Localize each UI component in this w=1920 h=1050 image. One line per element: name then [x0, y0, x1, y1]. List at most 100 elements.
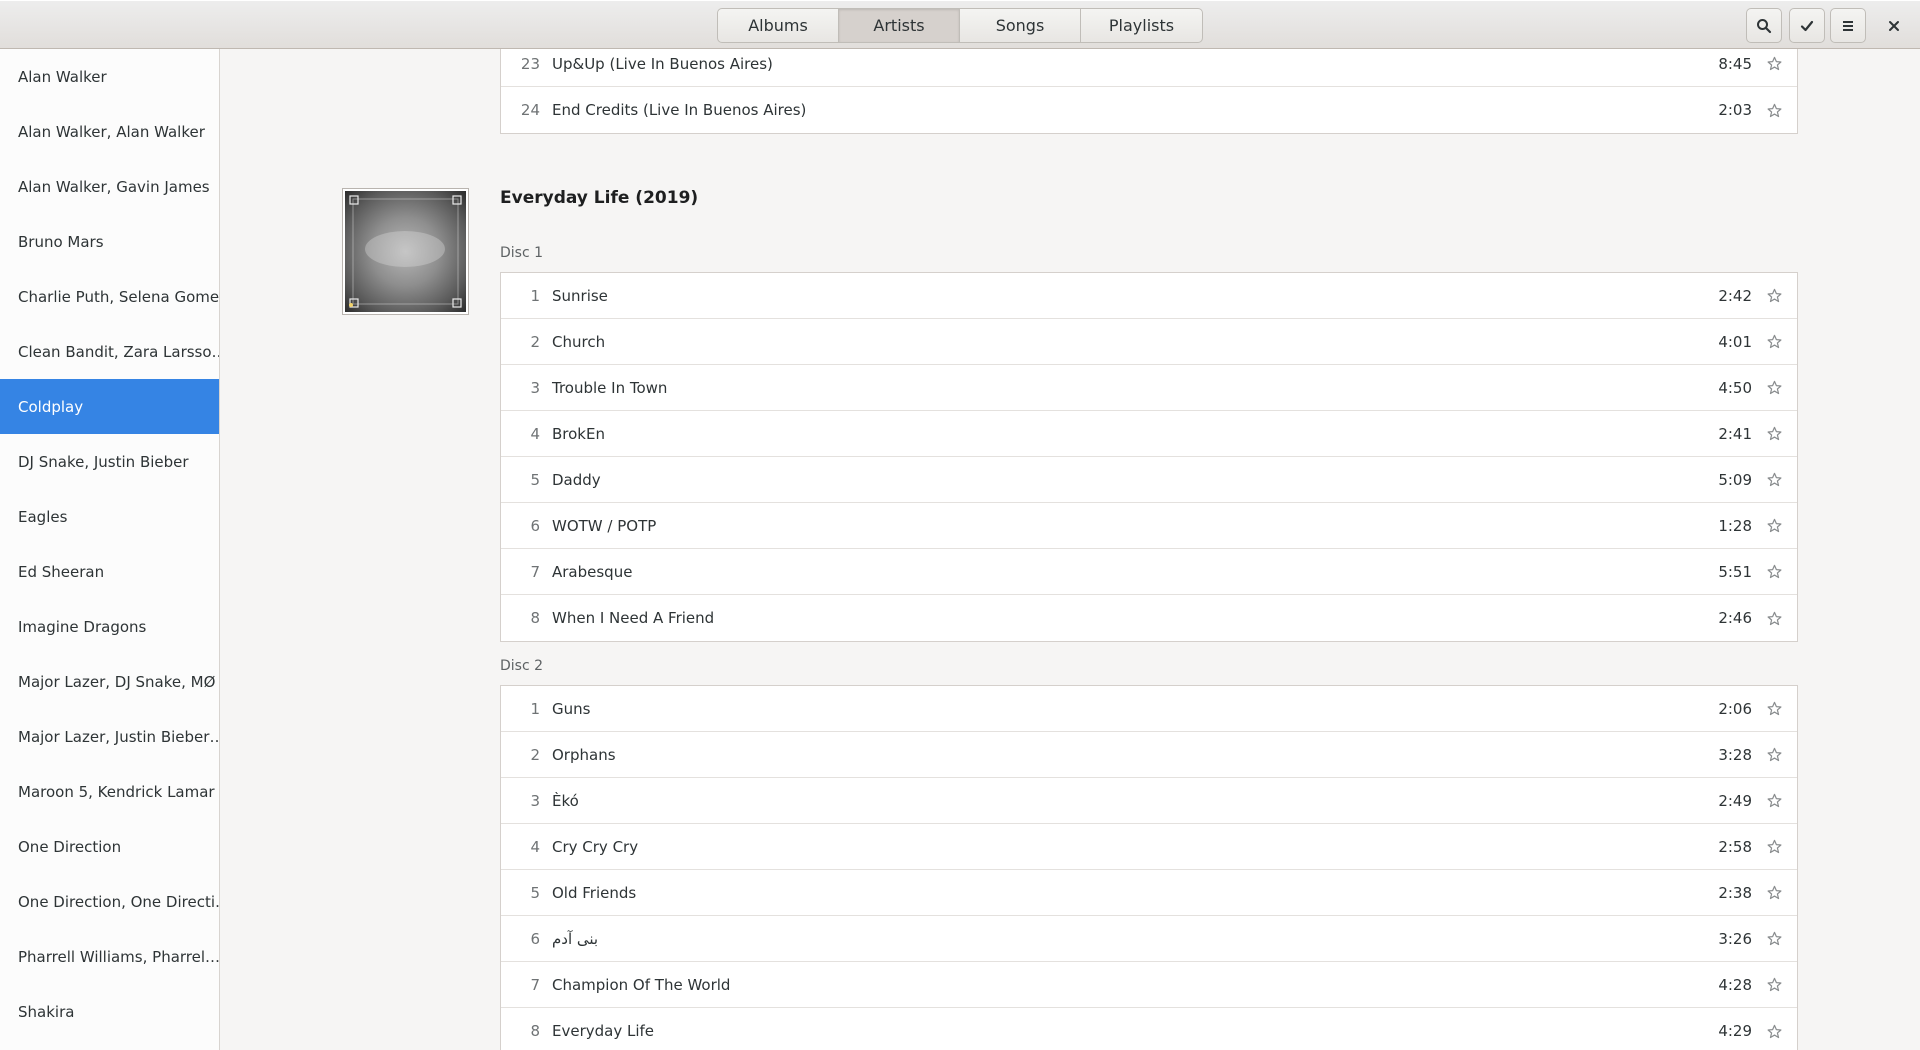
search-button[interactable]: [1746, 8, 1782, 43]
tab-artists[interactable]: Artists: [839, 9, 960, 42]
track-duration: 1:28: [1718, 516, 1752, 535]
favorite-star-button[interactable]: [1752, 611, 1797, 626]
track-row[interactable]: 7 Arabesque 5:51: [501, 549, 1797, 595]
track-row[interactable]: 2 Church 4:01: [501, 319, 1797, 365]
sidebar-artist-item[interactable]: Major Lazer, Justin Bieber…: [0, 709, 219, 764]
tab-albums[interactable]: Albums: [718, 9, 839, 42]
favorite-star-button[interactable]: [1752, 701, 1797, 716]
track-row[interactable]: 4 Cry Cry Cry 2:58: [501, 824, 1797, 870]
track-duration: 4:28: [1718, 975, 1752, 994]
track-row[interactable]: 3 Èkó 2:49: [501, 778, 1797, 824]
sidebar-artist-item[interactable]: Maroon 5, Kendrick Lamar: [0, 764, 219, 819]
sidebar-artist-item[interactable]: Imagine Dragons: [0, 599, 219, 654]
previous-album-tracklist: 23 Up&Up (Live In Buenos Aires) 8:45 24 End …: [500, 49, 1798, 134]
track-title: Everyday Life: [552, 1022, 655, 1040]
track-duration: 4:29: [1718, 1022, 1752, 1040]
favorite-star-button[interactable]: [1752, 885, 1797, 900]
sidebar-artist-item[interactable]: Eagles: [0, 489, 219, 544]
artist-sidebar: Alan Walker Alan Walker, Alan Walker Ala…: [0, 49, 220, 1050]
track-row[interactable]: 1 Guns 2:06: [501, 686, 1797, 732]
tab-playlists[interactable]: Playlists: [1081, 9, 1202, 42]
star-icon: [1767, 885, 1782, 900]
sidebar-artist-item[interactable]: Shakira: [0, 984, 219, 1039]
sidebar-artist-item[interactable]: Charlie Puth, Selena Gomez: [0, 269, 219, 324]
track-number: 8: [530, 609, 540, 627]
sidebar-artist-item[interactable]: Alan Walker, Gavin James: [0, 159, 219, 214]
favorite-star-button[interactable]: [1752, 472, 1797, 487]
track-row[interactable]: 6 بنی آدم 3:26: [501, 916, 1797, 962]
album-title: Everyday Life (2019): [500, 188, 699, 208]
track-duration: 4:01: [1718, 332, 1752, 351]
track-row[interactable]: 2 Orphans 3:28: [501, 732, 1797, 778]
sidebar-artist-item[interactable]: One Direction, One Directi…: [0, 874, 219, 929]
track-number: 7: [530, 562, 540, 581]
sidebar-artist-item[interactable]: Alan Walker, Alan Walker: [0, 104, 219, 159]
sidebar-artist-item[interactable]: Pharrell Williams, Pharrel…: [0, 929, 219, 984]
track-title: Sunrise: [552, 286, 608, 305]
star-icon: [1767, 977, 1782, 992]
sidebar-artist-item[interactable]: Alan Walker: [0, 49, 219, 104]
sidebar-artist-item[interactable]: Ed Sheeran: [0, 544, 219, 599]
favorite-star-button[interactable]: [1752, 747, 1797, 762]
track-row[interactable]: 3 Trouble In Town 4:50: [501, 365, 1797, 411]
track-duration: 2:38: [1718, 883, 1752, 902]
favorite-star-button[interactable]: [1752, 56, 1797, 71]
sidebar-artist-item[interactable]: Clean Bandit, Zara Larsso…: [0, 324, 219, 379]
track-number: 3: [530, 378, 540, 397]
close-button[interactable]: [1876, 8, 1912, 43]
star-icon: [1767, 472, 1782, 487]
sidebar-artist-item[interactable]: Major Lazer, DJ Snake, MØ: [0, 654, 219, 709]
track-row[interactable]: 24 End Credits (Live In Buenos Aires) 2:03: [501, 87, 1797, 133]
star-icon: [1767, 611, 1782, 625]
track-row[interactable]: 1 Sunrise 2:42: [501, 273, 1797, 319]
track-number: 2: [530, 745, 540, 764]
track-row[interactable]: 7 Champion Of The World 4:28: [501, 962, 1797, 1008]
star-icon: [1767, 288, 1782, 303]
track-row[interactable]: 8 Everyday Life 4:29: [501, 1008, 1797, 1050]
favorite-star-button[interactable]: [1752, 518, 1797, 533]
sidebar-artist-item[interactable]: One Direction: [0, 819, 219, 874]
track-duration: 2:42: [1718, 286, 1752, 305]
favorite-star-button[interactable]: [1752, 977, 1797, 992]
track-duration: 3:26: [1718, 929, 1752, 948]
star-icon: [1767, 747, 1782, 762]
select-button[interactable]: [1789, 8, 1825, 43]
track-row[interactable]: 5 Daddy 5:09: [501, 457, 1797, 503]
header-bar: Albums Artists Songs Playlists: [0, 0, 1920, 49]
menu-button[interactable]: [1830, 8, 1866, 43]
search-icon: [1757, 18, 1772, 33]
favorite-star-button[interactable]: [1752, 103, 1797, 118]
favorite-star-button[interactable]: [1752, 380, 1797, 395]
favorite-star-button[interactable]: [1752, 793, 1797, 808]
track-title: When I Need A Friend: [552, 609, 715, 627]
track-title: Èkó: [552, 791, 579, 810]
track-duration: 2:03: [1718, 101, 1752, 119]
track-title: Trouble In Town: [552, 378, 668, 397]
favorite-star-button[interactable]: [1752, 1024, 1797, 1039]
track-row[interactable]: 6 WOTW / POTP 1:28: [501, 503, 1797, 549]
favorite-star-button[interactable]: [1752, 931, 1797, 946]
favorite-star-button[interactable]: [1752, 426, 1797, 441]
track-title: BrokEn: [552, 424, 605, 443]
favorite-star-button[interactable]: [1752, 334, 1797, 349]
track-title: Daddy: [552, 470, 601, 489]
track-title: Orphans: [552, 745, 616, 764]
star-icon: [1767, 701, 1782, 716]
track-number: 6: [530, 516, 540, 535]
track-number: 5: [530, 883, 540, 902]
sidebar-artist-item[interactable]: Bruno Mars: [0, 214, 219, 269]
disc-1-tracklist: 1 Sunrise 2:42 2 Church 4:01 3 Trouble In Town 4…: [500, 272, 1798, 642]
disc-label: Disc 2: [500, 658, 544, 674]
track-duration: 2:58: [1718, 837, 1752, 856]
track-row[interactable]: 8 When I Need A Friend 2:46: [501, 595, 1797, 641]
favorite-star-button[interactable]: [1752, 839, 1797, 854]
tab-songs[interactable]: Songs: [960, 9, 1081, 42]
sidebar-artist-item[interactable]: DJ Snake, Justin Bieber: [0, 434, 219, 489]
track-row[interactable]: 4 BrokEn 2:41: [501, 411, 1797, 457]
favorite-star-button[interactable]: [1752, 288, 1797, 303]
track-row[interactable]: 23 Up&Up (Live In Buenos Aires) 8:45: [501, 49, 1797, 87]
favorite-star-button[interactable]: [1752, 564, 1797, 579]
sidebar-artist-item-selected[interactable]: Coldplay: [0, 379, 219, 434]
track-number: 3: [530, 791, 540, 810]
track-row[interactable]: 5 Old Friends 2:38: [501, 870, 1797, 916]
